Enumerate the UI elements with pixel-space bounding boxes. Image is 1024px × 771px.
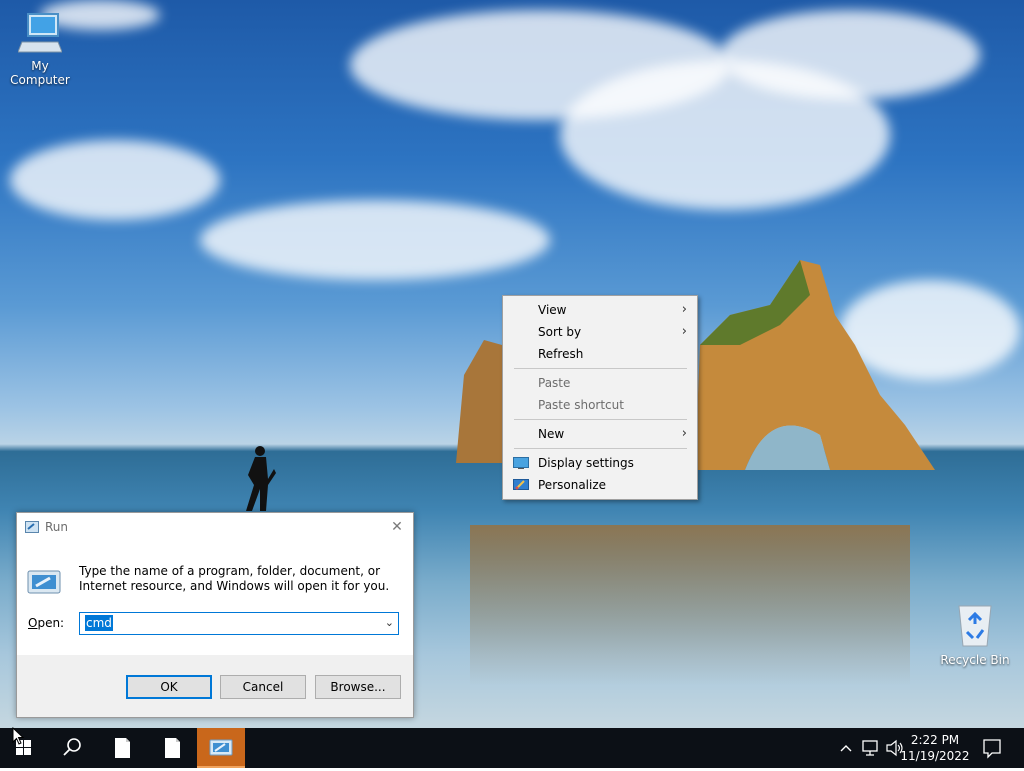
chevron-down-icon[interactable]: ⌄	[385, 616, 394, 629]
clock-date: 11/19/2022	[900, 749, 970, 763]
desktop-icon-label: My Computer	[10, 59, 70, 87]
menu-item-label: Refresh	[538, 347, 584, 361]
clock-time: 2:22 PM	[910, 733, 960, 747]
open-label: Open:	[28, 616, 64, 630]
desktop-icon-label: Recycle Bin	[940, 653, 1010, 667]
chevron-up-icon	[840, 745, 852, 752]
menu-separator	[514, 448, 687, 449]
document-icon	[165, 738, 180, 758]
browse-button[interactable]: Browse...	[315, 675, 401, 699]
chevron-right-icon: ›	[681, 324, 687, 339]
taskbar: 2:22 PM 11/19/2022	[0, 728, 1024, 768]
menu-item-new[interactable]: New ›	[503, 423, 697, 445]
run-dialog-titlebar[interactable]: Run ✕	[17, 513, 413, 541]
start-button[interactable]	[0, 728, 48, 768]
menu-item-sort-by[interactable]: Sort by ›	[503, 321, 697, 343]
recycle-bin-icon	[958, 605, 992, 647]
close-icon[interactable]: ✕	[387, 517, 407, 537]
small-rock	[456, 340, 502, 463]
notification-icon	[983, 739, 1001, 759]
rock-reflection	[470, 525, 910, 685]
run-icon	[209, 739, 233, 756]
cloud	[10, 140, 220, 220]
menu-item-label: New	[538, 427, 565, 441]
menu-separator	[514, 368, 687, 369]
menu-item-label: Display settings	[538, 456, 634, 470]
mouse-cursor-icon	[12, 727, 24, 745]
menu-item-label: Paste shortcut	[538, 398, 624, 412]
open-label-text: pen:	[37, 616, 65, 630]
ok-button[interactable]: OK	[126, 675, 212, 699]
menu-item-view[interactable]: View ›	[503, 299, 697, 321]
dialog-title: Run	[45, 520, 69, 534]
my-computer-desktop-icon[interactable]: My Computer	[0, 12, 80, 87]
runner-silhouette	[246, 446, 276, 511]
menu-item-paste-shortcut[interactable]: Paste shortcut	[503, 394, 697, 416]
taskbar-file-button[interactable]	[98, 728, 146, 768]
display-icon	[513, 457, 529, 469]
run-dialog: Run ✕ Type the name of a program, folder…	[16, 512, 414, 718]
cancel-button[interactable]: Cancel	[220, 675, 306, 699]
run-program-icon	[27, 570, 61, 594]
menu-item-personalize[interactable]: Personalize	[503, 474, 697, 496]
menu-item-refresh[interactable]: Refresh	[503, 343, 697, 365]
taskbar-file-button[interactable]	[148, 728, 196, 768]
document-icon	[115, 738, 130, 758]
show-hidden-icons-button[interactable]	[836, 728, 856, 768]
search-button[interactable]	[48, 728, 96, 768]
windows-logo-icon	[16, 740, 31, 755]
menu-item-label: Paste	[538, 376, 571, 390]
taskbar-run-button[interactable]	[197, 728, 245, 768]
menu-item-paste[interactable]: Paste	[503, 372, 697, 394]
run-icon	[25, 521, 39, 533]
open-input-value[interactable]: cmd	[85, 615, 113, 631]
open-combobox[interactable]: cmd ⌄	[79, 612, 399, 635]
menu-item-label: Sort by	[538, 325, 582, 339]
chevron-right-icon: ›	[681, 302, 687, 317]
computer-icon	[17, 13, 63, 53]
desktop-context-menu: View › Sort by › Refresh Paste Paste sho…	[502, 295, 698, 500]
action-center-button[interactable]	[978, 728, 1006, 768]
recycle-bin-desktop-icon[interactable]: Recycle Bin	[935, 602, 1015, 667]
network-tray-button[interactable]	[860, 728, 882, 768]
sea-arch-rock	[695, 260, 935, 470]
taskbar-clock[interactable]: 2:22 PM 11/19/2022	[900, 732, 970, 764]
search-icon	[63, 738, 81, 756]
menu-item-display-settings[interactable]: Display settings	[503, 452, 697, 474]
network-icon	[862, 740, 878, 756]
menu-item-label: View	[538, 303, 567, 317]
run-dialog-description: Type the name of a program, folder, docu…	[79, 564, 390, 593]
menu-item-label: Personalize	[538, 478, 607, 492]
menu-separator	[514, 419, 687, 420]
personalize-icon	[513, 479, 529, 490]
cloud	[720, 10, 980, 100]
cloud	[200, 200, 550, 280]
chevron-right-icon: ›	[681, 426, 687, 441]
run-dialog-body: Type the name of a program, folder, docu…	[17, 541, 413, 655]
